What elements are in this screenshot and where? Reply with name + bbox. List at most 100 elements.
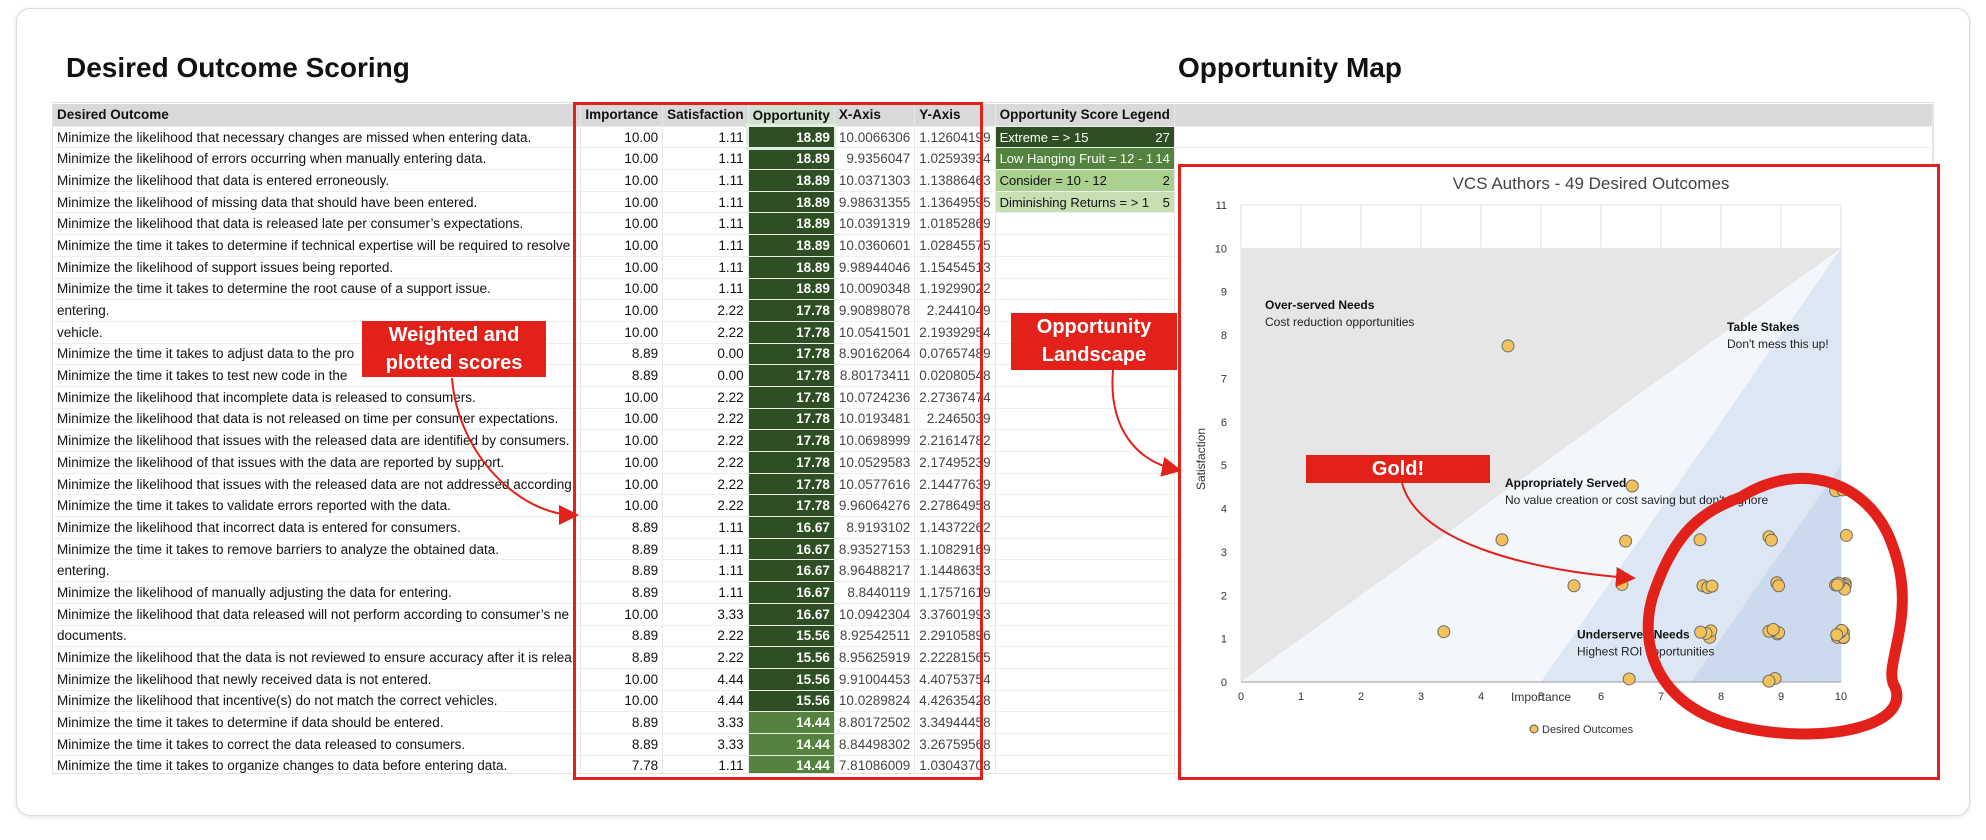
outcome-cell[interactable]: Minimize the likelihood that newly recei… xyxy=(53,668,582,691)
legend-cell[interactable]: 2 Consider = 10 - 12 xyxy=(995,169,1175,192)
empty-cell[interactable] xyxy=(995,212,1175,236)
x-tick-label: 0 xyxy=(1238,691,1244,703)
weighted-scores-callout: Weighted and plotted scores xyxy=(362,321,546,377)
empty-cell[interactable] xyxy=(995,386,1175,409)
data-point[interactable] xyxy=(1766,623,1780,637)
outcome-cell[interactable]: Minimize the likelihood of manually adju… xyxy=(53,581,582,604)
data-point[interactable] xyxy=(1567,579,1581,593)
data-point[interactable] xyxy=(1694,625,1708,639)
data-point[interactable] xyxy=(1839,528,1853,542)
empty-cell[interactable] xyxy=(995,603,1175,626)
data-point[interactable] xyxy=(1619,534,1633,548)
empty-cell[interactable] xyxy=(995,516,1175,539)
y-tick-label: 7 xyxy=(1221,373,1227,385)
outcome-cell[interactable]: documents. xyxy=(53,625,582,648)
header-empty[interactable] xyxy=(1174,104,1933,127)
empty-cell[interactable] xyxy=(995,668,1175,691)
empty-cell[interactable] xyxy=(995,408,1175,431)
data-point[interactable] xyxy=(1830,578,1844,592)
empty-cell[interactable] xyxy=(995,538,1175,561)
data-point[interactable] xyxy=(1622,672,1636,686)
y-tick-label: 9 xyxy=(1221,287,1227,299)
empty-cell[interactable] xyxy=(995,234,1175,257)
data-point[interactable] xyxy=(1625,479,1639,493)
outcome-cell[interactable]: Minimize the time it takes to determine … xyxy=(53,234,582,257)
header-desired-outcome[interactable]: Desired Outcome xyxy=(53,104,582,127)
empty-cell[interactable] xyxy=(995,581,1175,604)
empty-cell[interactable] xyxy=(995,625,1175,648)
legend-label: Extreme = > 15 xyxy=(999,129,1089,145)
legend-label: Diminishing Returns = > 1 xyxy=(999,194,1150,210)
legend-cell[interactable]: 27 Extreme = > 15 xyxy=(995,126,1175,149)
outcome-cell[interactable]: Minimize the likelihood that data releas… xyxy=(53,603,582,626)
outcome-cell[interactable]: Minimize the likelihood of support issue… xyxy=(53,256,582,279)
data-point[interactable] xyxy=(1762,674,1776,688)
outcome-cell[interactable]: Minimize the likelihood that data is not… xyxy=(53,408,582,431)
data-point[interactable] xyxy=(1495,533,1509,547)
outcome-cell[interactable]: Minimize the likelihood that the data is… xyxy=(53,646,582,669)
outcome-cell[interactable]: Minimize the likelihood that incorrect d… xyxy=(53,516,582,539)
y-tick-label: 10 xyxy=(1215,243,1227,255)
empty-cell[interactable] xyxy=(995,755,1175,773)
data-point[interactable] xyxy=(1772,579,1786,593)
region-title: Appropriately Served xyxy=(1505,476,1626,490)
opportunity-chart[interactable]: VCS Authors - 49 Desired Outcomes 0 1 2 3 4 5… xyxy=(1178,164,1940,780)
data-point[interactable] xyxy=(1830,628,1844,642)
x-tick-label: 3 xyxy=(1418,691,1424,703)
outcome-cell[interactable]: Minimize the likelihood that incomplete … xyxy=(53,386,582,409)
empty-cell[interactable] xyxy=(995,711,1175,734)
empty-cell[interactable] xyxy=(995,733,1175,756)
outcome-cell[interactable]: Minimize the time it takes to determine … xyxy=(53,278,582,301)
opportunity-map-heading: Opportunity Map xyxy=(1178,52,1402,83)
outcome-cell[interactable]: Minimize the likelihood of errors occurr… xyxy=(53,147,582,171)
outcome-cell[interactable]: Minimize the likelihood that data is ent… xyxy=(53,169,582,192)
outcome-cell[interactable]: Minimize the likelihood of that issues w… xyxy=(53,451,582,474)
x-tick-label: 2 xyxy=(1358,691,1364,703)
y-tick-label: 2 xyxy=(1221,590,1227,602)
opportunity-scatter-plot[interactable]: VCS Authors - 49 Desired Outcomes 0 1 2 3 4 5… xyxy=(1181,167,1931,771)
outcome-cell[interactable]: Minimize the time it takes to correct th… xyxy=(53,733,582,756)
outcome-cell[interactable]: Minimize the time it takes to organize c… xyxy=(53,755,582,773)
data-point[interactable] xyxy=(1693,533,1707,547)
empty-cell[interactable] xyxy=(995,278,1175,301)
data-point[interactable] xyxy=(1705,579,1719,593)
empty-cell[interactable] xyxy=(1174,126,1933,149)
data-point[interactable] xyxy=(1615,577,1629,591)
empty-cell[interactable] xyxy=(995,429,1175,452)
outcome-cell[interactable]: Minimize the likelihood that issues with… xyxy=(53,473,582,496)
empty-cell[interactable] xyxy=(995,494,1175,518)
region-title: Over-served Needs xyxy=(1265,298,1375,312)
data-point[interactable] xyxy=(1501,339,1515,353)
empty-cell[interactable] xyxy=(995,451,1175,474)
outcome-cell[interactable]: Minimize the likelihood that necessary c… xyxy=(53,126,582,149)
empty-cell[interactable] xyxy=(995,690,1175,713)
empty-cell[interactable] xyxy=(995,256,1175,279)
x-tick-label: 1 xyxy=(1298,691,1304,703)
outcome-cell[interactable]: Minimize the likelihood that incentive(s… xyxy=(53,690,582,713)
outcome-cell[interactable]: Minimize the time it takes to remove bar… xyxy=(53,538,582,561)
outcome-cell[interactable]: Minimize the likelihood that data is rel… xyxy=(53,212,582,236)
header-legend[interactable]: Opportunity Score Legend xyxy=(995,104,1175,127)
y-tick-label: 11 xyxy=(1216,200,1227,212)
region-title: Table Stakes xyxy=(1727,320,1800,334)
legend-cell[interactable]: 14 Low Hanging Fruit = 12 - 1 xyxy=(995,147,1175,171)
outcome-cell[interactable]: Minimize the time it takes to validate e… xyxy=(53,494,582,518)
empty-cell[interactable] xyxy=(995,646,1175,669)
opportunity-landscape-callout: Opportunity Landscape xyxy=(1011,313,1177,370)
table-row[interactable]: Minimize the likelihood that necessary c… xyxy=(53,124,1933,150)
region-subtitle: Cost reduction opportunities xyxy=(1265,315,1414,329)
x-axis-label: Importance xyxy=(1511,690,1571,704)
outcome-cell[interactable]: Minimize the time it takes to determine … xyxy=(53,711,582,734)
legend-cell[interactable]: 5 Diminishing Returns = > 1 xyxy=(995,191,1175,214)
empty-cell[interactable] xyxy=(995,559,1175,583)
outcome-cell[interactable]: Minimize the likelihood of missing data … xyxy=(53,191,582,214)
x-tick-label: 6 xyxy=(1598,691,1604,703)
outcome-cell[interactable]: Minimize the likelihood that issues with… xyxy=(53,429,582,452)
outcome-cell[interactable]: entering. xyxy=(53,559,582,583)
y-axis-label: Satisfaction xyxy=(1194,428,1208,490)
empty-cell[interactable] xyxy=(995,473,1175,496)
data-point[interactable] xyxy=(1764,533,1778,547)
gold-callout: Gold! xyxy=(1306,455,1490,483)
outcome-cell[interactable]: entering. xyxy=(53,299,582,322)
data-point[interactable] xyxy=(1437,625,1451,639)
